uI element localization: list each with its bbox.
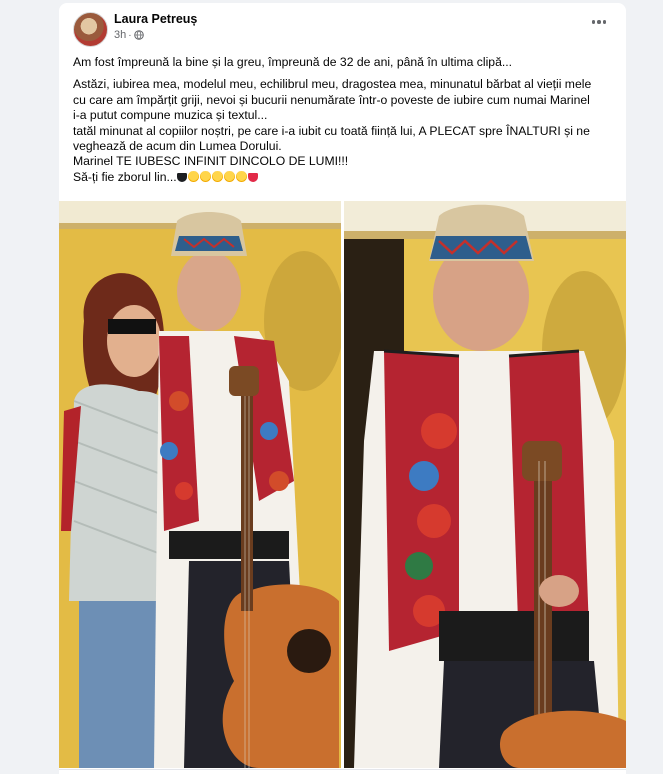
crying-face-icon — [187, 170, 199, 182]
avatar[interactable] — [73, 12, 108, 47]
post-line-2: Astăzi, iubirea mea, modelul meu, echili… — [73, 77, 592, 92]
photo-couple[interactable] — [59, 201, 341, 768]
black-heart-icon — [176, 172, 187, 182]
crying-face-icon — [235, 170, 247, 182]
post-text: Am fost împreună la bine și la greu, împ… — [73, 55, 618, 185]
crying-face-icon — [211, 170, 223, 182]
post-header: Laura Petreuș 3h · — [59, 3, 626, 47]
photo-grid — [59, 201, 626, 768]
post-footer — [59, 769, 626, 774]
post-line-8: Să-ți fie zborul lin... — [73, 170, 618, 185]
post-line-3: cu care am împărțit griji, nevoi și bucu… — [73, 92, 590, 107]
more-options-icon[interactable] — [590, 16, 608, 28]
post-line-4: i-a putut compune muzica și textul... — [73, 108, 268, 123]
post-card: Laura Petreuș 3h · Am fost împreună la b… — [59, 3, 626, 774]
post-time[interactable]: 3h — [114, 29, 126, 41]
post-line-1: Am fost împreună la bine și la greu, împ… — [73, 55, 512, 69]
crying-face-icon — [223, 170, 235, 182]
crying-face-icon — [199, 170, 211, 182]
red-heart-icon — [247, 172, 258, 182]
post-line-8-text: Să-ți fie zborul lin... — [73, 169, 177, 184]
post-line-7: Marinel TE IUBESC INFINIT DINCOLO DE LUM… — [73, 154, 349, 169]
post-meta: 3h · — [114, 29, 144, 41]
post-line-5: tatăl minunat al copiilor noștri, pe car… — [73, 123, 590, 138]
globe-icon[interactable] — [133, 30, 144, 40]
meta-separator: · — [128, 29, 132, 41]
post-line-6: veghează de acum din Lumea Dorului. — [73, 139, 282, 154]
photo-man-guitar[interactable] — [344, 201, 626, 768]
author-name[interactable]: Laura Petreuș — [114, 12, 197, 26]
